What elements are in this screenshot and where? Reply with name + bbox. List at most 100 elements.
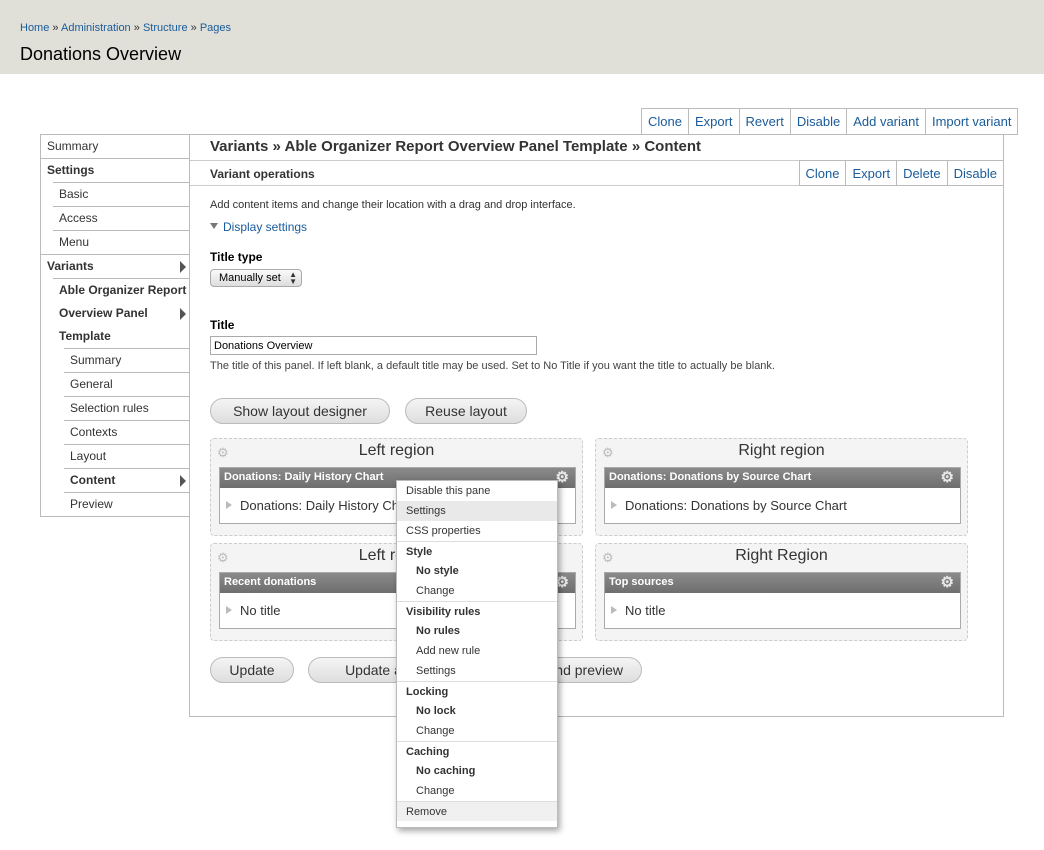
sidebar-item-settings[interactable]: Settings bbox=[41, 158, 189, 182]
sidebar-item-contexts[interactable]: Contexts bbox=[64, 420, 189, 444]
region-right-top: ⚙ Right region Donations: Donations by S… bbox=[595, 438, 968, 536]
menu-css-properties[interactable]: CSS properties bbox=[397, 521, 557, 541]
variant-operations-label: Variant operations bbox=[210, 167, 315, 181]
breadcrumb-pages[interactable]: Pages bbox=[200, 22, 231, 34]
sidebar-item-variants[interactable]: Variants bbox=[41, 254, 189, 278]
breadcrumb: Home » Administration » Structure » Page… bbox=[20, 22, 231, 34]
menu-caching-change[interactable]: Change bbox=[397, 781, 557, 801]
sidebar-variant-line: Template bbox=[59, 329, 111, 343]
pane-title: Donations: Daily History Chart bbox=[224, 471, 384, 483]
menu-style-heading: Style bbox=[397, 541, 557, 561]
triangle-right-icon[interactable] bbox=[226, 501, 232, 509]
revert-tab[interactable]: Revert bbox=[739, 109, 791, 135]
pane-title: Top sources bbox=[609, 576, 674, 588]
triangle-right-icon[interactable] bbox=[611, 501, 617, 509]
page-actions: Clone Export Revert Disable Add variant … bbox=[641, 108, 1019, 135]
sidebar-item-label: Content bbox=[70, 473, 116, 487]
page-title: Donations Overview bbox=[20, 44, 182, 64]
disable-tab[interactable]: Disable bbox=[790, 109, 848, 135]
clone-tab[interactable]: Clone bbox=[642, 109, 689, 135]
pane-context-menu: Disable this pane Settings CSS propertie… bbox=[396, 480, 558, 828]
pane-header[interactable]: Top sources ⚙ bbox=[605, 573, 960, 593]
region-right-bottom: ⚙ Right Region Top sources ⚙ No title bbox=[595, 543, 968, 641]
breadcrumb-structure[interactable]: Structure bbox=[143, 22, 188, 34]
menu-caching-value: No caching bbox=[416, 765, 476, 777]
title-type-value: Manually set bbox=[219, 272, 281, 284]
gear-icon[interactable]: ⚙ bbox=[941, 573, 954, 591]
title-type-select[interactable]: Manually set ▲ ▼ bbox=[210, 269, 302, 287]
sidebar-item-variant-summary[interactable]: Summary bbox=[64, 348, 189, 372]
menu-caching-heading: Caching bbox=[397, 741, 557, 761]
variant-operations-tabs: Clone Export Delete Disable bbox=[798, 160, 1004, 186]
pane-title: Donations: Donations by Source Chart bbox=[609, 471, 812, 483]
variant-export-tab[interactable]: Export bbox=[845, 160, 897, 186]
reuse-layout-button[interactable]: Reuse layout bbox=[405, 398, 527, 424]
variant-disable-tab[interactable]: Disable bbox=[946, 160, 1004, 186]
chevron-right-icon bbox=[180, 475, 186, 487]
variant-title: Variants » Able Organizer Report Overvie… bbox=[210, 138, 701, 155]
sidebar-item-general[interactable]: General bbox=[64, 372, 189, 396]
menu-remove[interactable]: Remove bbox=[397, 801, 557, 821]
menu-visibility-settings[interactable]: Settings bbox=[397, 661, 557, 681]
sidebar-item-basic[interactable]: Basic bbox=[53, 182, 189, 206]
menu-add-new-rule[interactable]: Add new rule bbox=[397, 641, 557, 661]
pane-body: No title bbox=[605, 593, 960, 618]
sidebar-item-variant[interactable]: Able Organizer Report Overview Panel Tem… bbox=[53, 278, 189, 348]
chevron-right-icon bbox=[180, 261, 186, 273]
display-settings-toggle[interactable]: Display settings bbox=[210, 220, 307, 234]
breadcrumb-home[interactable]: Home bbox=[20, 22, 49, 34]
menu-visibility-value: No rules bbox=[416, 625, 461, 637]
menu-style-change[interactable]: Change bbox=[397, 581, 557, 601]
variant-delete-tab[interactable]: Delete bbox=[896, 160, 947, 186]
menu-visibility-heading: Visibility rules bbox=[397, 601, 557, 621]
breadcrumb-separator: » bbox=[133, 22, 140, 34]
page-header: Home » Administration » Structure » Page… bbox=[0, 0, 1044, 74]
breadcrumb-separator: » bbox=[52, 22, 59, 34]
breadcrumb-administration[interactable]: Administration bbox=[61, 22, 131, 34]
menu-settings[interactable]: Settings bbox=[397, 501, 557, 521]
pane-title: Recent donations bbox=[224, 576, 317, 588]
sidebar-item-layout[interactable]: Layout bbox=[64, 444, 189, 468]
sidebar-item-preview[interactable]: Preview bbox=[64, 492, 189, 516]
gear-icon[interactable]: ⚙ bbox=[941, 468, 954, 486]
chevron-right-icon bbox=[180, 308, 186, 320]
pane-body-text: Donations: Daily History Chart bbox=[240, 498, 415, 513]
update-button[interactable]: Update bbox=[210, 657, 294, 683]
variant-operations-bar: Variant operations Clone Export Delete D… bbox=[190, 160, 1004, 186]
sidebar-item-summary[interactable]: Summary bbox=[41, 134, 189, 158]
menu-disable-pane[interactable]: Disable this pane bbox=[397, 481, 557, 501]
title-description: The title of this panel. If left blank, … bbox=[210, 360, 775, 372]
menu-style-value: No style bbox=[416, 565, 459, 577]
menu-locking-heading: Locking bbox=[397, 681, 557, 701]
pane-body-text: Donations: Donations by Source Chart bbox=[625, 498, 847, 513]
pane-header[interactable]: Donations: Donations by Source Chart ⚙ bbox=[605, 468, 960, 488]
breadcrumb-separator: » bbox=[190, 22, 197, 34]
sidebar-item-label: Variants bbox=[47, 259, 94, 273]
display-settings-label: Display settings bbox=[223, 220, 308, 234]
sidebar-item-content[interactable]: Content bbox=[64, 468, 189, 492]
intro-text: Add content items and change their locat… bbox=[210, 199, 576, 211]
select-arrows-icon: ▲ ▼ bbox=[289, 270, 297, 286]
variant-clone-tab[interactable]: Clone bbox=[798, 160, 846, 186]
main-panel: Variants » Able Organizer Report Overvie… bbox=[189, 134, 1004, 717]
show-layout-designer-button[interactable]: Show layout designer bbox=[210, 398, 390, 424]
sidebar: Summary Settings Basic Access Menu Varia… bbox=[40, 134, 190, 517]
title-input[interactable] bbox=[210, 336, 537, 355]
sidebar-variant-line: Overview Panel bbox=[59, 306, 148, 320]
region-title: Right region bbox=[738, 442, 825, 459]
title-label: Title bbox=[210, 318, 235, 332]
export-tab[interactable]: Export bbox=[688, 109, 740, 135]
sidebar-item-selection-rules[interactable]: Selection rules bbox=[64, 396, 189, 420]
import-variant-tab[interactable]: Import variant bbox=[925, 109, 1019, 135]
triangle-right-icon[interactable] bbox=[611, 606, 617, 614]
sidebar-variant-line: Able Organizer Report bbox=[59, 283, 187, 297]
title-type-label: Title type bbox=[210, 250, 263, 264]
triangle-right-icon[interactable] bbox=[226, 606, 232, 614]
sidebar-item-menu[interactable]: Menu bbox=[53, 230, 189, 254]
menu-locking-change[interactable]: Change bbox=[397, 721, 557, 741]
sidebar-item-access[interactable]: Access bbox=[53, 206, 189, 230]
pane-body: Donations: Donations by Source Chart bbox=[605, 488, 960, 513]
pane-body-text: No title bbox=[240, 603, 281, 618]
add-variant-tab[interactable]: Add variant bbox=[847, 109, 926, 135]
region-title: Right Region bbox=[735, 547, 828, 564]
